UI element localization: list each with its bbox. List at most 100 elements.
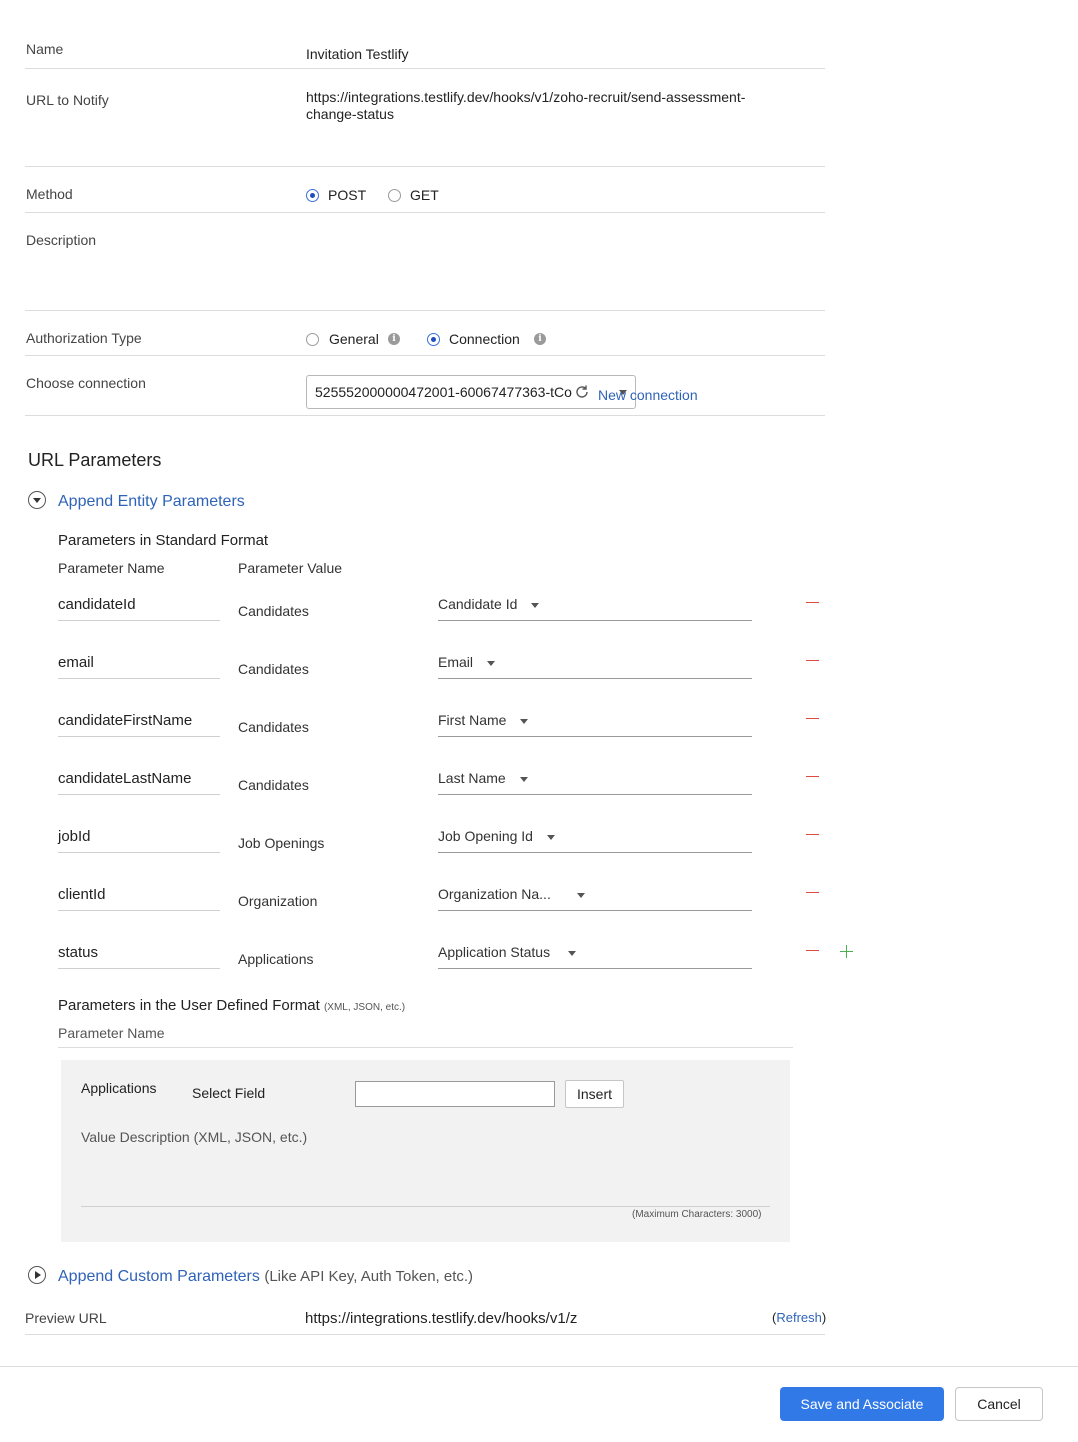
divider — [25, 355, 825, 356]
auth-connection-radio[interactable] — [427, 333, 440, 346]
chevron-down-icon — [519, 776, 528, 782]
divider — [25, 68, 825, 69]
param-module: Candidates — [238, 777, 309, 793]
user-defined-col-label: Parameter Name — [58, 1025, 165, 1041]
param-field-select[interactable]: Email — [438, 654, 752, 679]
method-label: Method — [26, 186, 73, 202]
param-module: Candidates — [238, 661, 309, 677]
remove-icon[interactable] — [806, 892, 819, 893]
append-entity-parameters-link[interactable]: Append Entity Parameters — [58, 493, 245, 511]
info-icon[interactable]: i — [534, 333, 546, 345]
method-post-radio[interactable] — [306, 189, 319, 202]
param-field-value: Last Name — [438, 770, 506, 786]
select-field-label: Select Field — [192, 1085, 266, 1101]
insert-button[interactable]: Insert — [565, 1080, 624, 1108]
auth-general-radio[interactable] — [306, 333, 319, 346]
divider — [25, 310, 825, 311]
name-value[interactable]: Invitation Testlify — [306, 46, 408, 62]
info-icon[interactable]: i — [388, 333, 400, 345]
standard-format-title: Parameters in Standard Format — [58, 532, 269, 549]
max-characters-hint: (Maximum Characters: 3000) — [632, 1209, 762, 1220]
remove-icon[interactable] — [806, 776, 819, 777]
param-name-input[interactable]: candidateId — [58, 596, 220, 621]
param-name-input[interactable]: candidateFirstName — [58, 712, 220, 737]
param-name-input[interactable]: candidateLastName — [58, 770, 220, 795]
divider — [25, 166, 825, 167]
param-name-input[interactable]: email — [58, 654, 220, 679]
chevron-down-icon — [531, 602, 540, 608]
method-get-radio[interactable] — [388, 189, 401, 202]
append-custom-parameters-link[interactable]: Append Custom Parameters — [58, 1268, 260, 1285]
description-input[interactable] — [306, 224, 821, 304]
col-parameter-value: Parameter Value — [238, 560, 343, 576]
expand-toggle[interactable] — [28, 1266, 46, 1284]
auth-connection-label[interactable]: Connection — [449, 331, 520, 347]
user-defined-title-text: Parameters in the User Defined Format — [58, 997, 320, 1014]
param-name-input[interactable]: clientId — [58, 886, 220, 911]
param-module: Applications — [238, 951, 314, 967]
add-icon[interactable] — [840, 945, 853, 958]
value-description-textarea[interactable]: Value Description (XML, JSON, etc.) — [81, 1129, 307, 1145]
param-field-select[interactable]: Job Opening Id — [438, 828, 752, 853]
divider — [25, 212, 825, 213]
panel-module-label: Applications — [81, 1080, 157, 1096]
choose-connection-label: Choose connection — [26, 375, 146, 391]
method-get-label[interactable]: GET — [410, 187, 439, 203]
user-defined-title: Parameters in the User Defined Format (X… — [58, 997, 405, 1014]
chevron-down-icon — [520, 718, 529, 724]
user-defined-hint: (XML, JSON, etc.) — [323, 1002, 406, 1013]
url-value-line2: change-status — [306, 106, 394, 122]
divider — [25, 1334, 825, 1335]
remove-icon[interactable] — [806, 950, 819, 951]
chevron-down-icon — [33, 498, 41, 503]
remove-icon[interactable] — [806, 660, 819, 661]
param-field-select[interactable]: Application Status — [438, 944, 752, 969]
auth-type-label: Authorization Type — [26, 330, 142, 346]
remove-icon[interactable] — [806, 834, 819, 835]
refresh-icon[interactable] — [574, 384, 590, 400]
param-field-value: Job Opening Id — [438, 828, 533, 844]
chevron-right-icon — [35, 1271, 41, 1279]
preview-url-label: Preview URL — [25, 1310, 107, 1326]
refresh-link[interactable]: Refresh — [776, 1310, 822, 1325]
param-module: Organization — [238, 893, 318, 909]
save-and-associate-button[interactable]: Save and Associate — [780, 1387, 944, 1421]
url-parameters-title: URL Parameters — [28, 450, 162, 470]
col-parameter-name: Parameter Name — [58, 560, 165, 576]
append-custom-hint: (Like API Key, Auth Token, etc.) — [264, 1268, 474, 1285]
refresh-group: (Refresh) — [772, 1310, 826, 1325]
chevron-down-icon — [576, 892, 585, 898]
param-name-input[interactable]: jobId — [58, 828, 220, 853]
cancel-button[interactable]: Cancel — [955, 1387, 1043, 1421]
url-label: URL to Notify — [26, 92, 109, 108]
param-module: Candidates — [238, 719, 309, 735]
param-name-input[interactable]: status — [58, 944, 220, 969]
collapse-toggle[interactable] — [28, 491, 46, 509]
description-label: Description — [26, 232, 97, 248]
new-connection-link[interactable]: New connection — [598, 387, 698, 403]
select-field-input[interactable] — [355, 1081, 555, 1107]
append-custom-row: Append Custom Parameters (Like API Key, … — [58, 1268, 473, 1286]
param-field-select[interactable]: Organization Na... — [438, 886, 752, 911]
param-field-select[interactable]: First Name — [438, 712, 752, 737]
param-field-value: Organization Na... — [438, 886, 551, 902]
remove-icon[interactable] — [806, 602, 819, 603]
param-field-select[interactable]: Candidate Id — [438, 596, 752, 621]
chevron-down-icon — [567, 950, 576, 956]
divider — [58, 1047, 793, 1048]
param-field-value: Application Status — [438, 944, 551, 960]
param-module: Job Openings — [238, 835, 325, 851]
param-field-value: Email — [438, 654, 474, 670]
chevron-down-icon — [486, 660, 495, 666]
url-value-line1: https://integrations.testlify.dev/hooks/… — [306, 89, 746, 105]
divider — [81, 1206, 770, 1207]
param-field-value: Candidate Id — [438, 596, 518, 612]
remove-icon[interactable] — [806, 718, 819, 719]
method-post-label[interactable]: POST — [328, 187, 366, 203]
chevron-down-icon — [546, 834, 555, 840]
url-value[interactable]: https://integrations.testlify.dev/hooks/… — [306, 89, 821, 123]
param-field-select[interactable]: Last Name — [438, 770, 752, 795]
param-field-value: First Name — [438, 712, 507, 728]
connection-select-value: 525552000000472001-60067477363-tCo — [315, 384, 572, 400]
auth-general-label[interactable]: General — [329, 331, 379, 347]
